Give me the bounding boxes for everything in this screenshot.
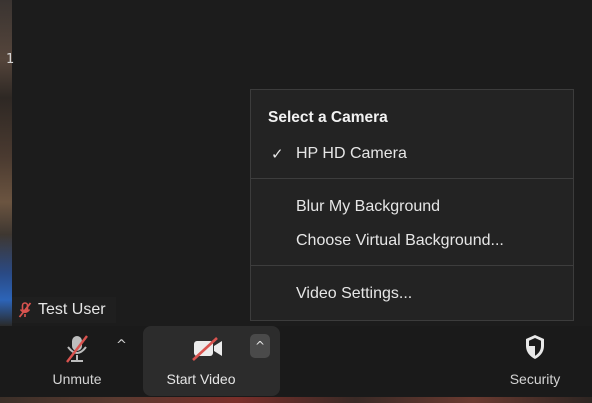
background-image-strip <box>0 397 592 403</box>
participant-name: Test User <box>38 301 106 318</box>
select-camera-heading: Select a Camera <box>268 109 388 126</box>
video-options-menu: Select a Camera ✓ HP HD Camera Blur My B… <box>250 89 574 321</box>
mic-muted-icon <box>18 302 32 318</box>
background-image-edge <box>0 0 12 326</box>
menu-item-choose-virtual-background[interactable]: Choose Virtual Background... <box>296 232 504 250</box>
menu-item-blur-background[interactable]: Blur My Background <box>296 198 440 216</box>
zoom-meeting-window: 1 Test User Select a Camera ✓ HP HD Came… <box>0 0 592 403</box>
security-label: Security <box>509 371 561 387</box>
mic-muted-icon <box>66 335 88 363</box>
unmute-label: Unmute <box>52 371 102 387</box>
video-off-icon <box>192 337 222 361</box>
start-video-label: Start Video <box>166 371 236 387</box>
audio-options-caret[interactable]: ^ <box>116 338 127 353</box>
meeting-toolbar: Unmute ^ Start Video ^ Security <box>0 326 592 403</box>
menu-item-camera-hp-hd[interactable]: HP HD Camera <box>296 145 407 163</box>
checkmark-icon: ✓ <box>271 145 284 163</box>
edge-mark: 1 <box>6 52 15 67</box>
menu-divider <box>251 178 573 179</box>
menu-item-video-settings[interactable]: Video Settings... <box>296 285 412 303</box>
video-options-caret-button[interactable]: ^ <box>250 334 270 358</box>
chevron-up-icon: ^ <box>254 339 266 353</box>
security-button[interactable]: Security <box>494 326 576 403</box>
unmute-button[interactable]: Unmute <box>32 326 122 403</box>
participant-name-tag: Test User <box>12 297 116 323</box>
shield-icon <box>526 335 544 359</box>
menu-divider <box>251 265 573 266</box>
